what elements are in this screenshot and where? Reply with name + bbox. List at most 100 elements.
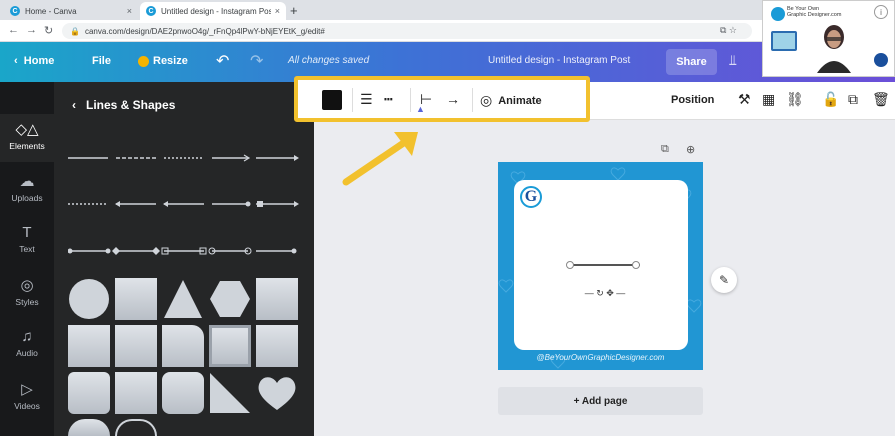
line-row-3[interactable] [68,245,300,257]
add-page-button[interactable]: + Add page [498,387,703,415]
shape-square[interactable] [256,278,298,320]
tab-home-canva[interactable]: C Home - Canva × [4,2,138,20]
shape-square[interactable] [115,372,157,414]
panel-title: ‹ Lines & Shapes [72,98,176,112]
url-field[interactable]: 🔒 canva.com/design/DAE2pnwoO4g/_rFnQp4lP… [62,23,752,39]
insights-icon[interactable]: ⫫ [729,52,737,69]
crown-icon [138,55,149,67]
url-text: canva.com/design/DAE2pnwoO4g/_rFnQp4lPwY… [84,26,325,36]
shape-square[interactable] [115,278,157,320]
share-page-icon[interactable]: ⧉ ☆ [720,25,737,36]
design-page[interactable]: G — ↻ ✥ — @BeYourOwnGraphicDesigner.com [498,162,703,370]
rail-item-text[interactable]: T Text [0,224,54,254]
tab-untitled-design[interactable]: C Untitled design - Instagram Post × [140,2,286,20]
shape-square[interactable] [256,325,298,367]
elements-icon: ◇△ [15,121,39,138]
line-end-arrow-icon[interactable]: → [446,91,460,107]
shape-circle[interactable] [68,278,110,320]
line-row-2[interactable] [68,198,300,210]
animate-icon: ◎ [480,92,493,108]
save-status: All changes saved [288,55,370,66]
browser-tab-bar: C Home - Canva × C Untitled design - Ins… [0,0,895,20]
line-end-handle[interactable] [632,261,640,269]
rail-label: Videos [14,401,40,411]
new-tab-button[interactable]: + [290,3,298,18]
shape-badge[interactable] [68,419,110,436]
reload-icon[interactable]: ↻ [44,24,53,37]
redo-icon[interactable]: ↷ [250,51,263,71]
trash-icon[interactable]: 🗑 [872,91,890,108]
duplicate-icon[interactable]: ⧉ [848,91,858,108]
rail-item-videos[interactable]: ▷ Videos [0,380,54,411]
rail-label: Text [19,244,35,254]
styles-icon: ◎ [20,277,34,294]
position-button[interactable]: Position [671,94,714,106]
line-style-icon[interactable]: ┅ [384,91,392,108]
rail-label: Uploads [11,193,43,203]
animate-label: Animate [498,94,542,107]
close-tab-icon[interactable]: × [127,6,132,16]
rail-item-uploads[interactable]: ☁ Uploads [0,172,54,203]
design-card[interactable]: G — ↻ ✥ — [514,180,688,350]
back-icon[interactable]: ← [8,24,19,36]
element-mini-tools[interactable]: — ↻ ✥ — [570,288,640,300]
share-button[interactable]: Share [666,49,717,75]
duplicate-page-icon[interactable]: ⧉ [661,143,669,156]
brand-badge-icon [874,53,888,67]
rail-item-audio[interactable]: ♫ Audio [0,328,54,358]
line-color-swatch[interactable] [322,90,342,110]
videos-icon: ▷ [21,381,33,398]
webcam-overlay: Be Your Own Graphic Designer.com i [762,0,895,77]
close-tab-icon[interactable]: × [275,6,280,16]
rail-label: Elements [9,141,45,151]
transparency-icon[interactable]: ▦ [762,91,775,108]
rail-label: Styles [15,297,39,307]
divider [352,88,353,112]
line-weight-icon[interactable]: ☰ [360,91,373,108]
rail-item-styles[interactable]: ◎ Styles [0,276,54,307]
rail-item-elements[interactable]: ◇△ Elements [0,114,54,162]
selected-line-element[interactable] [570,264,640,266]
shape-square-outline[interactable] [68,325,110,367]
resize-button[interactable]: Resize [138,55,188,67]
line-start-handle[interactable] [566,261,574,269]
divider [410,88,411,112]
presenter-video [817,25,851,73]
forward-icon[interactable]: → [26,24,37,36]
home-label: Home [23,55,55,67]
left-rail: ◇△ Elements ☁ Uploads T Text ◎ Styles ♫ … [0,82,54,436]
add-comment-button[interactable]: ✎ [711,267,737,293]
add-page-icon[interactable]: ⊕ [686,143,695,156]
uploads-icon: ☁ [19,173,35,190]
g-logo: G [520,186,542,208]
shape-folded-corner[interactable] [162,325,204,367]
animate-button[interactable]: ◎ Animate [480,92,542,109]
address-bar: ← → ↻ 🔒 canva.com/design/DAE2pnwoO4g/_rF… [0,20,895,42]
rail-label: Audio [16,348,38,358]
lock-icon: 🔒 [70,26,80,36]
line-row-1[interactable] [68,152,300,164]
shape-framed-square[interactable] [209,325,251,367]
shape-circle-outline[interactable] [115,419,157,436]
shape-triangle[interactable] [162,278,204,320]
mouse-cursor-icon: ▲ [416,104,425,114]
resize-label: Resize [153,55,188,67]
undo-icon[interactable]: ↶ [216,51,229,71]
file-menu[interactable]: File [92,55,111,67]
divider [472,88,473,112]
shape-rounded-square[interactable] [68,372,110,414]
home-button[interactable]: ‹ Home [14,55,54,67]
tab-label: Home - Canva [25,6,77,16]
design-title[interactable]: Untitled design - Instagram Post [488,55,630,66]
shape-heart[interactable] [256,372,298,414]
paint-roller-icon[interactable]: ⚒ [738,91,751,108]
shape-hexagon[interactable] [209,278,251,320]
brand-line-2: Graphic Designer.com [787,12,842,18]
link-icon[interactable]: ⛓ [786,91,804,108]
info-icon: i [874,5,888,19]
shape-right-triangle[interactable] [209,372,251,414]
lock-icon[interactable]: 🔓 [822,91,839,108]
annotation-arrow-icon [342,132,418,186]
shape-rounded-square[interactable] [162,372,204,414]
shape-square[interactable] [115,325,157,367]
